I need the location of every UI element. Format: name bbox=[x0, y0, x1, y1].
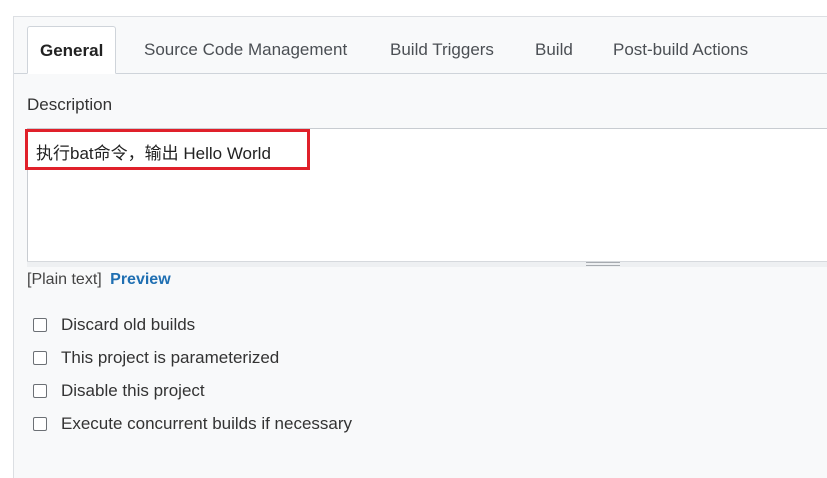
textarea-resize-handle[interactable] bbox=[27, 261, 827, 267]
tab-source-code-management[interactable]: Source Code Management bbox=[132, 26, 359, 73]
tab-build-triggers[interactable]: Build Triggers bbox=[378, 26, 506, 73]
tab-build[interactable]: Build bbox=[523, 26, 585, 73]
description-text: 执行bat命令，输出 Hello World bbox=[36, 144, 271, 163]
description-textarea[interactable]: 执行bat命令，输出 Hello World bbox=[27, 128, 827, 266]
tab-general[interactable]: General bbox=[27, 26, 117, 74]
preview-link[interactable]: Preview bbox=[110, 271, 170, 288]
checkbox[interactable] bbox=[33, 318, 47, 332]
option-label: Execute concurrent builds if necessary bbox=[61, 414, 353, 433]
description-format: [Plain text] Preview bbox=[27, 271, 171, 289]
tab-post-build-actions[interactable]: Post-build Actions bbox=[601, 26, 760, 73]
description-label: Description bbox=[27, 95, 113, 114]
option-discard-old-builds[interactable]: Discard old builds bbox=[33, 315, 195, 335]
option-label: Discard old builds bbox=[61, 315, 196, 334]
plain-text-label: [Plain text] bbox=[27, 271, 102, 288]
job-config-panel: General Source Code Management Build Tri… bbox=[13, 16, 827, 478]
option-concurrent-builds[interactable]: Execute concurrent builds if necessary bbox=[33, 414, 352, 434]
option-disable-project[interactable]: Disable this project bbox=[33, 381, 205, 401]
checkbox[interactable] bbox=[33, 384, 47, 398]
tab-bar: General Source Code Management Build Tri… bbox=[14, 17, 827, 74]
option-parameterized[interactable]: This project is parameterized bbox=[33, 348, 279, 368]
option-label: This project is parameterized bbox=[61, 348, 280, 367]
checkbox[interactable] bbox=[33, 417, 47, 431]
checkbox[interactable] bbox=[33, 351, 47, 365]
option-label: Disable this project bbox=[61, 381, 205, 400]
resize-grip-icon[interactable] bbox=[586, 262, 620, 266]
